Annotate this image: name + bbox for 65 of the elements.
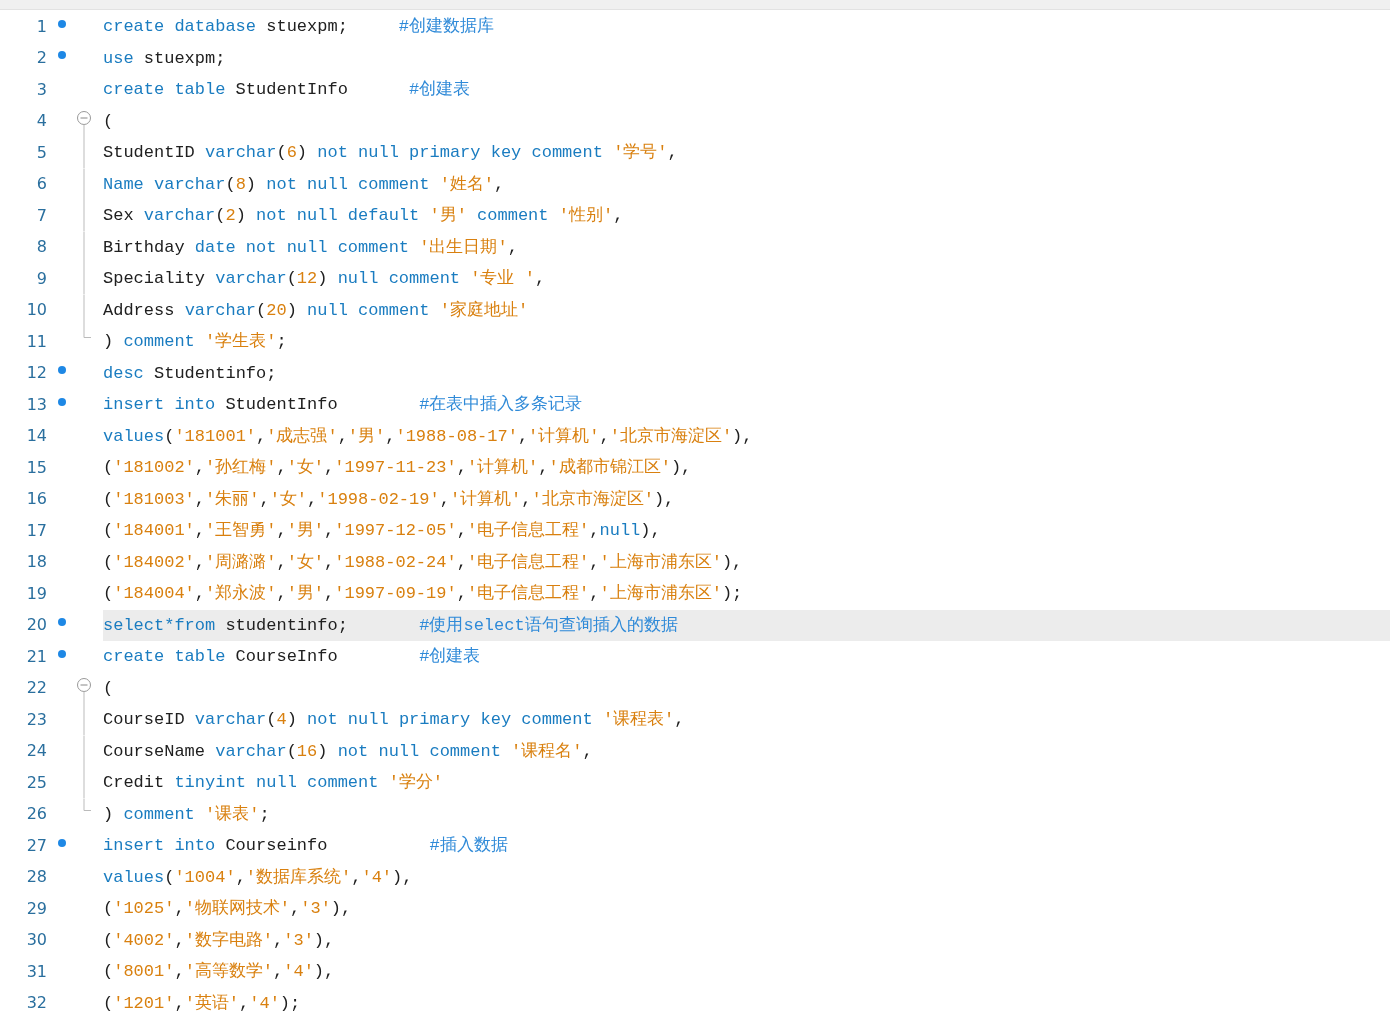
line-number: 32 bbox=[25, 992, 47, 1015]
code-line: create database stuexpm; #创建数据库 bbox=[103, 15, 496, 38]
line-number: 25 bbox=[25, 771, 47, 794]
code-line: Name varchar(8) not null comment '姓名', bbox=[103, 173, 506, 196]
line-number: 14 bbox=[25, 425, 47, 448]
line-number: 1 bbox=[35, 15, 47, 38]
code-line: Birthday date not null comment '出生日期', bbox=[103, 236, 519, 259]
code-line: use stuexpm; bbox=[103, 47, 227, 70]
code-line: ('181002','孙红梅','女','1997-11-23','计算机','成都市锦江区'), bbox=[103, 456, 693, 479]
fold-end-line bbox=[83, 798, 91, 811]
code-line: insert into StudentInfo #在表中插入多条记录 bbox=[103, 394, 584, 416]
line-number: 13 bbox=[25, 393, 47, 416]
code-line: values('181001','成志强','男','1988-08-17','计算机','北京市海淀区'), bbox=[103, 425, 754, 448]
line-number: 22 bbox=[25, 677, 47, 700]
line-number: 16 bbox=[25, 488, 47, 511]
code-line: ('184004','郑永波','男','1997-09-19','电子信息工程','上海市浦东区'); bbox=[103, 582, 744, 605]
line-number: 17 bbox=[25, 519, 47, 542]
line-number: 8 bbox=[35, 236, 47, 259]
code-line: CourseID varchar(4) not null primary key comment '课程表', bbox=[103, 709, 686, 731]
line-number: 15 bbox=[25, 456, 47, 479]
line-number: 5 bbox=[35, 141, 47, 164]
line-number: 9 bbox=[35, 267, 47, 290]
code-line: create table CourseInfo #创建表 bbox=[103, 646, 482, 668]
line-number: 28 bbox=[25, 866, 47, 889]
line-number: 10 bbox=[25, 299, 47, 322]
code-line: ('1201','英语','4'); bbox=[103, 992, 302, 1015]
line-number: 6 bbox=[35, 173, 47, 196]
line-number: 3 bbox=[35, 78, 47, 101]
code-line: Sex varchar(2) not null default '男' comment '性别', bbox=[103, 205, 625, 227]
code-line: insert into Courseinfo #插入数据 bbox=[103, 835, 509, 857]
code-line: CourseName varchar(16) not null comment '课程名', bbox=[103, 740, 594, 763]
code-line: create table StudentInfo #创建表 bbox=[103, 79, 472, 101]
code-line: ('8001','高等数学','4'), bbox=[103, 960, 336, 983]
line-number: 29 bbox=[25, 897, 47, 920]
code-line: ('4002','数字电路','3'), bbox=[103, 929, 336, 952]
line-number: 21 bbox=[25, 645, 47, 668]
line-number: 4 bbox=[35, 110, 47, 133]
line-number: 2 bbox=[35, 47, 47, 70]
line-number: 31 bbox=[25, 960, 47, 983]
code-line: StudentID varchar(6) not null primary key comment '学号', bbox=[103, 142, 679, 164]
line-number: 7 bbox=[35, 204, 47, 227]
code-line: Address varchar(20) null comment '家庭地址' bbox=[103, 299, 530, 322]
code-line: ) comment '学生表'; bbox=[103, 331, 288, 353]
fold-end-line bbox=[83, 326, 91, 338]
line-number: 30 bbox=[25, 929, 47, 952]
line-number: 11 bbox=[25, 330, 47, 353]
code-line: ('181003','朱丽','女','1998-02-19','计算机','北京市海淀区'), bbox=[103, 488, 676, 511]
code-line: values('1004','数据库系统','4'), bbox=[103, 866, 414, 889]
line-number: 20 bbox=[25, 614, 47, 637]
code-line: Speciality varchar(12) null comment '专业 ', bbox=[103, 268, 547, 290]
code-line: Credit tinyint null comment '学分' bbox=[103, 772, 445, 794]
code-line: ( bbox=[103, 677, 115, 700]
line-number: 27 bbox=[25, 834, 47, 857]
line-number: 19 bbox=[25, 582, 47, 605]
code-line: desc Studentinfo; bbox=[103, 362, 278, 385]
code-line: ( bbox=[103, 110, 115, 133]
code-line: ('184001','王智勇','男','1997-12-05','电子信息工程',null), bbox=[103, 520, 662, 542]
line-number: 12 bbox=[25, 362, 47, 385]
code-line: ('1025','物联网技术','3'), bbox=[103, 898, 353, 920]
line-number: 18 bbox=[25, 551, 47, 574]
line-number: 23 bbox=[25, 708, 47, 731]
code-line: ) comment '课表'; bbox=[103, 803, 271, 826]
line-number: 26 bbox=[25, 803, 47, 826]
code-line: ('184002','周潞潞','女','1988-02-24','电子信息工程','上海市浦东区'), bbox=[103, 551, 744, 574]
line-number: 24 bbox=[25, 740, 47, 763]
